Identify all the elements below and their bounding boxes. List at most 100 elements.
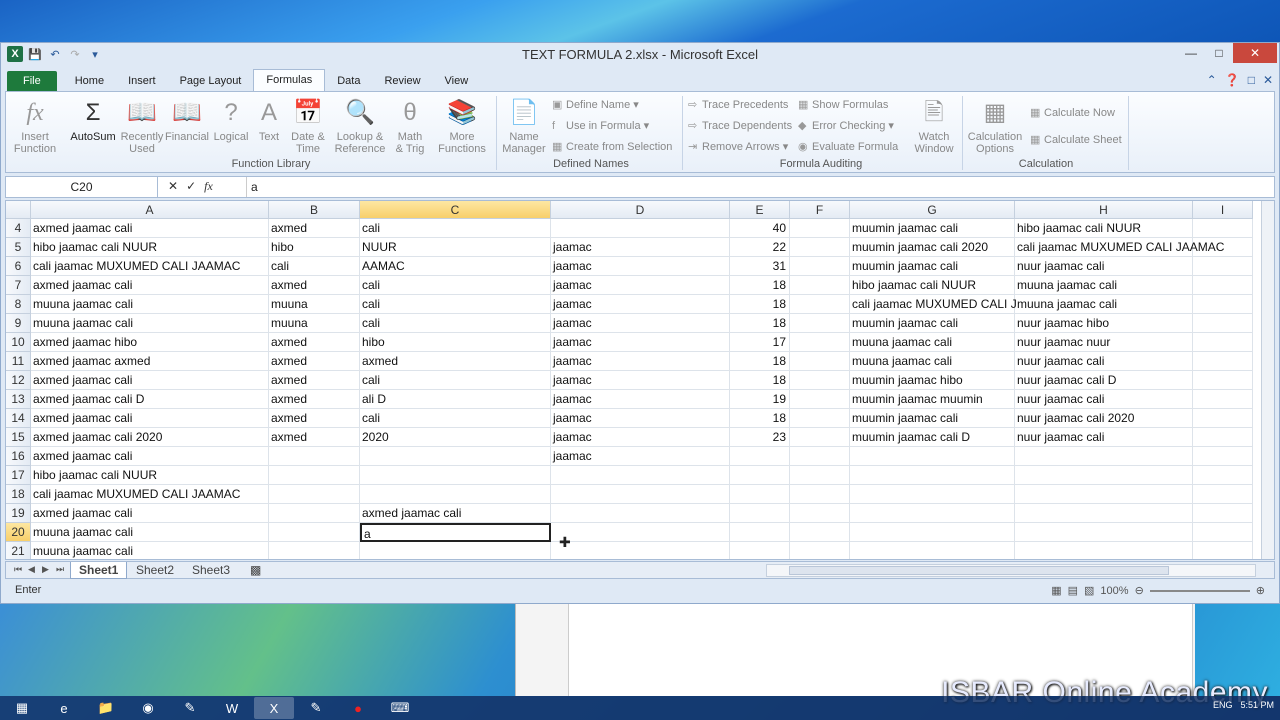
cell[interactable]: axmed jaamac cali bbox=[31, 371, 269, 390]
cell[interactable]: axmed bbox=[269, 219, 360, 238]
tab-review[interactable]: Review bbox=[372, 71, 432, 91]
row-header[interactable]: 6 bbox=[6, 257, 31, 276]
tab-insert[interactable]: Insert bbox=[116, 71, 168, 91]
insert-function-button[interactable]: fx Insert Function bbox=[10, 98, 60, 155]
cell[interactable]: axmed jaamac cali bbox=[31, 447, 269, 466]
language-indicator[interactable]: ENG bbox=[1213, 700, 1233, 710]
math-trig-button[interactable]: θ Math & Trig bbox=[390, 98, 430, 155]
cell[interactable]: 18 bbox=[730, 295, 790, 314]
column-header-b[interactable]: B bbox=[269, 201, 360, 219]
cell[interactable] bbox=[790, 257, 850, 276]
cell[interactable]: nuur jaamac hibo bbox=[1015, 314, 1193, 333]
cell[interactable]: cali bbox=[360, 219, 551, 238]
cell[interactable]: hibo jaamac cali NUUR bbox=[850, 276, 1015, 295]
cell[interactable]: muuna jaamac cali bbox=[850, 352, 1015, 371]
cell[interactable]: axmed bbox=[269, 371, 360, 390]
cell[interactable]: cali jaamac MUXUMED CALI JAAMAC bbox=[1015, 238, 1224, 257]
cell[interactable]: jaamac bbox=[551, 352, 730, 371]
cell[interactable]: axmed jaamac cali 2020 bbox=[31, 428, 269, 447]
cell[interactable]: jaamac bbox=[551, 257, 730, 276]
cell[interactable]: jaamac bbox=[551, 276, 730, 295]
create-from-selection-button[interactable]: ▦ Create from Selection bbox=[552, 140, 672, 153]
cell[interactable] bbox=[850, 542, 1015, 559]
cell[interactable]: muuna jaamac cali bbox=[31, 542, 269, 559]
trace-dependents-button[interactable]: ⇨ Trace Dependents bbox=[688, 119, 792, 132]
cell[interactable] bbox=[730, 523, 790, 542]
cell[interactable]: 18 bbox=[730, 409, 790, 428]
maximize-icon[interactable]: □ bbox=[1205, 43, 1233, 63]
save-icon[interactable]: 💾 bbox=[27, 46, 43, 62]
cell[interactable]: cali bbox=[360, 295, 551, 314]
close-icon[interactable]: ✕ bbox=[1233, 43, 1277, 63]
cell[interactable]: hibo jaamac cali NUUR bbox=[31, 238, 269, 257]
cell[interactable]: AAMAC bbox=[360, 257, 551, 276]
calculation-options-button[interactable]: ▦ Calculation Options bbox=[966, 98, 1024, 155]
row-header[interactable]: 8 bbox=[6, 295, 31, 314]
tab-home[interactable]: Home bbox=[63, 71, 116, 91]
cell[interactable]: jaamac bbox=[551, 295, 730, 314]
cell[interactable]: muumin jaamac cali 2020 bbox=[850, 238, 1015, 257]
name-manager-button[interactable]: 📄 Name Manager bbox=[502, 98, 546, 155]
cell[interactable] bbox=[850, 485, 1015, 504]
cell[interactable] bbox=[850, 447, 1015, 466]
cell[interactable] bbox=[269, 523, 360, 542]
cell[interactable]: axmed jaamac cali bbox=[31, 504, 269, 523]
cancel-icon[interactable]: ✕ bbox=[168, 179, 178, 194]
cell[interactable]: jaamac bbox=[551, 428, 730, 447]
excel-taskbar-icon[interactable]: X bbox=[254, 697, 294, 719]
last-sheet-icon[interactable]: ⏭ bbox=[56, 564, 64, 575]
help-icon[interactable]: ❓ bbox=[1225, 73, 1240, 87]
cell[interactable] bbox=[1193, 409, 1253, 428]
cell[interactable]: muuna jaamac cali bbox=[31, 314, 269, 333]
column-header-g[interactable]: G bbox=[850, 201, 1015, 219]
row-header[interactable]: 14 bbox=[6, 409, 31, 428]
cell[interactable]: jaamac bbox=[551, 390, 730, 409]
cell[interactable] bbox=[269, 447, 360, 466]
cell[interactable]: nuur jaamac cali bbox=[1015, 390, 1193, 409]
cell[interactable]: muuna bbox=[269, 295, 360, 314]
logical-button[interactable]: ? Logical bbox=[210, 98, 252, 143]
cell[interactable] bbox=[730, 447, 790, 466]
cell[interactable] bbox=[730, 504, 790, 523]
row-header[interactable]: 5 bbox=[6, 238, 31, 257]
cell[interactable]: axmed jaamac cali D bbox=[31, 390, 269, 409]
cell[interactable] bbox=[1015, 485, 1193, 504]
cell[interactable]: muuna jaamac cali bbox=[31, 295, 269, 314]
calculate-sheet-button[interactable]: ▦ Calculate Sheet bbox=[1030, 133, 1122, 146]
cell[interactable]: jaamac bbox=[551, 314, 730, 333]
tab-page-layout[interactable]: Page Layout bbox=[168, 71, 254, 91]
cell[interactable] bbox=[360, 447, 551, 466]
cell[interactable]: jaamac bbox=[551, 447, 730, 466]
column-header-i[interactable]: I bbox=[1193, 201, 1253, 219]
cell[interactable]: axmed jaamac axmed bbox=[31, 352, 269, 371]
keyboard-icon[interactable]: ⌨ bbox=[380, 697, 420, 719]
more-functions-button[interactable]: 📚 More Functions bbox=[434, 98, 490, 155]
cell[interactable]: cali jaamac MUXUMED CALI JAAMAC bbox=[31, 257, 269, 276]
minimize-icon[interactable]: — bbox=[1177, 43, 1205, 63]
cell[interactable] bbox=[1193, 485, 1253, 504]
cell[interactable]: muumin jaamac cali bbox=[850, 409, 1015, 428]
new-sheet-icon[interactable]: ▩ bbox=[242, 562, 269, 579]
page-layout-view-icon[interactable]: ▤ bbox=[1068, 584, 1078, 597]
cell[interactable]: 2020 bbox=[360, 428, 551, 447]
cell[interactable]: cali bbox=[360, 371, 551, 390]
cell[interactable] bbox=[1193, 542, 1253, 559]
horizontal-scrollbar[interactable] bbox=[766, 564, 1256, 577]
text-button[interactable]: A Text bbox=[254, 98, 284, 143]
cell[interactable]: axmed bbox=[269, 409, 360, 428]
horizontal-scroll-thumb[interactable] bbox=[789, 566, 1169, 575]
cell[interactable] bbox=[269, 485, 360, 504]
cell[interactable] bbox=[790, 466, 850, 485]
cell[interactable]: hibo bbox=[360, 333, 551, 352]
cell[interactable]: nuur jaamac cali bbox=[1015, 257, 1193, 276]
row-header[interactable]: 11 bbox=[6, 352, 31, 371]
cell[interactable]: nuur jaamac cali 2020 bbox=[1015, 409, 1193, 428]
cell[interactable]: axmed bbox=[269, 428, 360, 447]
cell[interactable] bbox=[1193, 257, 1253, 276]
cell[interactable]: axmed bbox=[269, 276, 360, 295]
cell[interactable] bbox=[850, 523, 1015, 542]
column-header-h[interactable]: H bbox=[1015, 201, 1193, 219]
watch-window-button[interactable]: 🖹 Watch Window bbox=[910, 98, 958, 155]
cell[interactable]: 19 bbox=[730, 390, 790, 409]
cell[interactable] bbox=[790, 504, 850, 523]
